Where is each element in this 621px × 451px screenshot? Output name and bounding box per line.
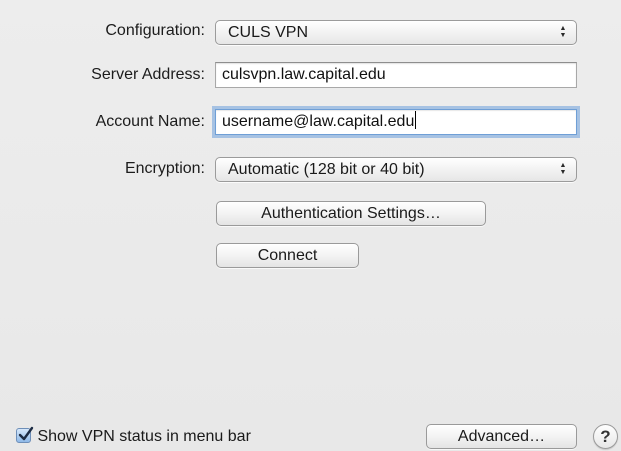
configuration-label: Configuration: bbox=[105, 22, 205, 39]
encryption-value: Automatic (128 bit or 40 bit) bbox=[228, 161, 425, 178]
help-button[interactable]: ? bbox=[593, 424, 618, 449]
server-address-label: Server Address: bbox=[91, 66, 205, 83]
connect-button[interactable]: Connect bbox=[216, 243, 359, 268]
configuration-popup[interactable]: CULS VPN ▲ ▼ bbox=[215, 20, 577, 45]
vpn-settings-panel: Configuration: CULS VPN ▲ ▼ Server Addres… bbox=[0, 0, 621, 451]
text-caret bbox=[415, 111, 417, 129]
account-name-value: username@law.capital.edu bbox=[222, 113, 415, 130]
encryption-popup[interactable]: Automatic (128 bit or 40 bit) ▲ ▼ bbox=[215, 157, 577, 182]
show-vpn-status-checkbox[interactable] bbox=[16, 426, 34, 443]
up-down-arrows-icon: ▲ ▼ bbox=[559, 25, 567, 39]
question-mark-icon: ? bbox=[600, 427, 611, 446]
authentication-settings-button[interactable]: Authentication Settings… bbox=[216, 201, 486, 226]
encryption-label: Encryption: bbox=[124, 160, 205, 177]
show-vpn-status-label: Show VPN status in menu bar bbox=[37, 428, 251, 445]
checkmark-icon bbox=[18, 426, 34, 441]
show-vpn-status-option[interactable]: Show VPN status in menu bar bbox=[16, 426, 251, 448]
server-address-field[interactable]: culsvpn.law.capital.edu bbox=[215, 62, 577, 88]
server-address-value: culsvpn.law.capital.edu bbox=[222, 66, 386, 83]
advanced-button[interactable]: Advanced… bbox=[426, 424, 577, 449]
account-name-label: Account Name: bbox=[95, 113, 205, 130]
account-name-field[interactable]: username@law.capital.edu bbox=[215, 109, 577, 135]
configuration-value: CULS VPN bbox=[228, 24, 309, 41]
up-down-arrows-icon: ▲ ▼ bbox=[559, 162, 567, 176]
